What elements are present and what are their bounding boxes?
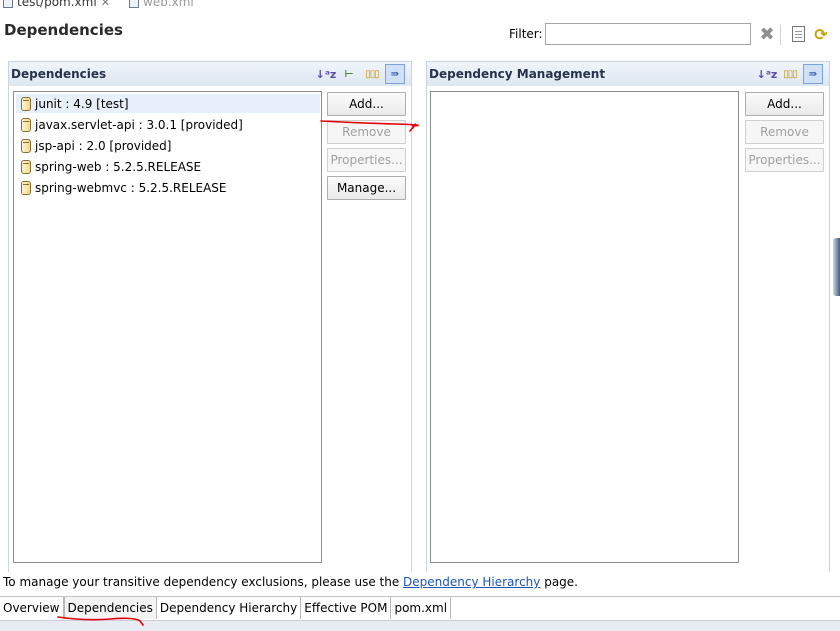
add-dependency-button[interactable]: Add... bbox=[327, 92, 406, 116]
tab-dependencies[interactable]: Dependencies bbox=[63, 597, 157, 619]
filter-toggle-icon[interactable]: ⇛ bbox=[803, 64, 823, 84]
list-item[interactable]: junit : 4.9 [test] bbox=[16, 94, 320, 113]
jar-icon bbox=[21, 117, 31, 132]
remove-dependency-button[interactable]: Remove bbox=[327, 120, 406, 144]
dependency-management-section-header: Dependency Management ↓ᵃz ▯▯▯ ⇛ bbox=[426, 61, 830, 86]
status-strip bbox=[0, 620, 840, 631]
exclusions-info: To manage your transitive dependency exc… bbox=[3, 575, 578, 589]
jar-icon bbox=[21, 180, 31, 195]
dependency-management-list[interactable] bbox=[430, 91, 739, 563]
remove-managed-dependency-button[interactable]: Remove bbox=[745, 120, 824, 144]
filter-toggle-icon[interactable]: ⇛ bbox=[385, 64, 405, 84]
page-title: Dependencies bbox=[4, 21, 123, 39]
tab-overview[interactable]: Overview bbox=[0, 597, 64, 619]
section-title: Dependency Management bbox=[429, 67, 606, 81]
section-title: Dependencies bbox=[11, 67, 107, 81]
manage-dependencies-button[interactable]: Manage... bbox=[327, 176, 406, 200]
dependency-label: jsp-api : 2.0 [provided] bbox=[35, 138, 172, 153]
jar-icon bbox=[21, 138, 31, 153]
tab-dependency-hierarchy[interactable]: Dependency Hierarchy bbox=[156, 597, 302, 619]
sort-icon[interactable]: ↓ᵃz bbox=[316, 64, 337, 84]
side-panel-handle[interactable] bbox=[833, 238, 840, 296]
pom-document-icon[interactable] bbox=[789, 25, 807, 43]
filter-label: Filter: bbox=[509, 27, 543, 41]
refresh-icon[interactable]: ⟳ bbox=[812, 25, 830, 44]
editor-tab-label: test/pom.xml bbox=[17, 0, 97, 9]
list-item[interactable]: spring-web : 5.2.5.RELEASE bbox=[21, 157, 201, 176]
dependency-hierarchy-link[interactable]: Dependency Hierarchy bbox=[403, 575, 540, 589]
dependency-label: spring-web : 5.2.5.RELEASE bbox=[35, 159, 202, 174]
list-item[interactable]: javax.servlet-api : 3.0.1 [provided] bbox=[21, 115, 243, 134]
page-tab-bar: Overview Dependencies Dependency Hierarc… bbox=[0, 596, 840, 619]
dependencies-list[interactable]: junit : 4.9 [test] javax.servlet-api : 3… bbox=[13, 91, 322, 563]
tree-icon[interactable]: ⊢ bbox=[339, 64, 359, 84]
dependency-properties-button[interactable]: Properties... bbox=[327, 148, 406, 172]
editor-tab-webxml[interactable]: web.xml bbox=[129, 0, 194, 9]
close-icon[interactable]: ✕ bbox=[101, 0, 110, 9]
columns-icon[interactable]: ▯▯▯ bbox=[362, 64, 382, 84]
editor-tab-pom[interactable]: test/pom.xml ✕ bbox=[3, 0, 110, 9]
editor-tab-bar: test/pom.xml ✕ web.xml bbox=[0, 0, 840, 9]
jar-icon bbox=[21, 159, 31, 174]
columns-icon[interactable]: ▯▯▯ bbox=[780, 64, 800, 84]
dependencies-section-body: junit : 4.9 [test] javax.servlet-api : 3… bbox=[8, 86, 412, 572]
tab-pom-xml[interactable]: pom.xml bbox=[391, 597, 452, 619]
tab-effective-pom[interactable]: Effective POM bbox=[301, 597, 392, 619]
list-item[interactable]: jsp-api : 2.0 [provided] bbox=[21, 136, 171, 155]
dependency-label: javax.servlet-api : 3.0.1 [provided] bbox=[35, 117, 243, 132]
pom-editor: test/pom.xml ✕ web.xml Dependencies Filt… bbox=[0, 0, 840, 631]
add-managed-dependency-button[interactable]: Add... bbox=[745, 92, 824, 116]
dependency-label: spring-webmvc : 5.2.5.RELEASE bbox=[35, 180, 227, 195]
jar-icon bbox=[21, 96, 31, 111]
sort-icon[interactable]: ↓ᵃz bbox=[757, 64, 778, 84]
xml-file-icon bbox=[3, 0, 13, 8]
list-item[interactable]: spring-webmvc : 5.2.5.RELEASE bbox=[21, 178, 227, 197]
toolbar-separator bbox=[780, 25, 781, 45]
dependency-label: junit : 4.9 [test] bbox=[35, 96, 129, 111]
info-text-end: page. bbox=[540, 575, 578, 589]
xml-file-icon bbox=[129, 0, 139, 8]
dependencies-section-header: Dependencies ↓ᵃz ⊢ ▯▯▯ ⇛ bbox=[8, 61, 412, 86]
clear-filter-icon[interactable]: ✖ bbox=[758, 24, 776, 45]
info-text: To manage your transitive dependency exc… bbox=[3, 575, 404, 589]
managed-dependency-properties-button[interactable]: Properties... bbox=[745, 148, 824, 172]
dependency-management-section-body: Add... Remove Properties... bbox=[426, 86, 830, 572]
editor-tab-label: web.xml bbox=[143, 0, 194, 9]
filter-input[interactable] bbox=[545, 23, 751, 45]
